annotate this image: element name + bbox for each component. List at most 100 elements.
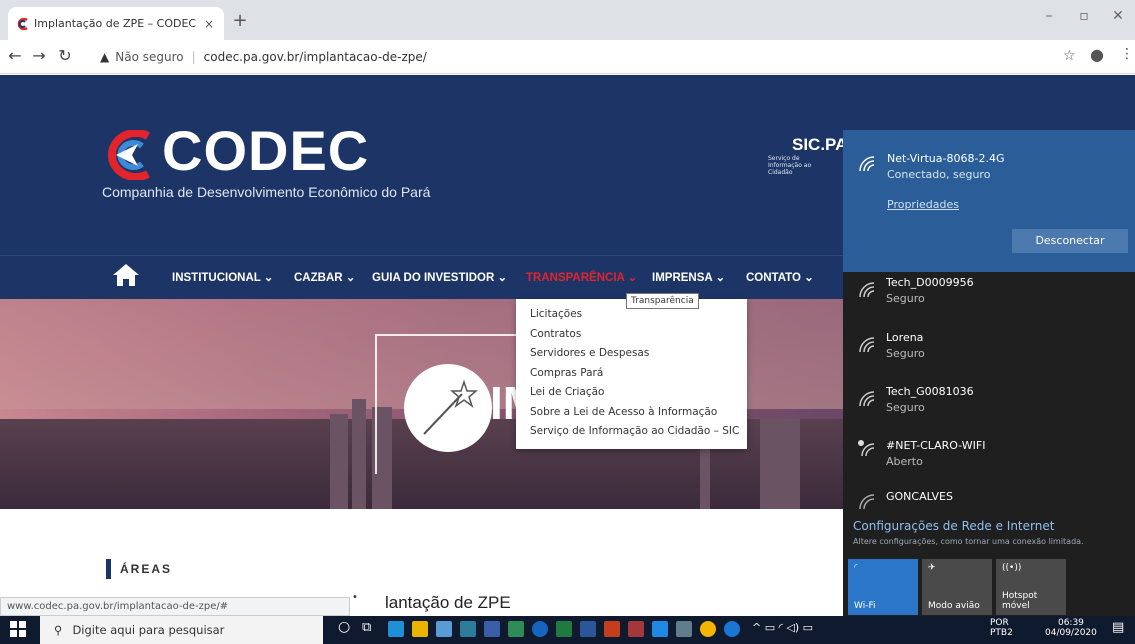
cortana-icon[interactable]: ○: [338, 619, 350, 635]
help-icon[interactable]: [724, 621, 740, 637]
network-settings-link[interactable]: Configurações de Rede e Internet: [853, 519, 1054, 533]
nav-transparencia[interactable]: TRANSPARÊNCIA ⌄: [526, 270, 637, 284]
edge-icon[interactable]: [388, 621, 404, 637]
star-icon[interactable]: ☆: [1063, 48, 1076, 64]
home-app-icon[interactable]: [484, 621, 500, 637]
network-status: Seguro: [886, 401, 925, 414]
clock[interactable]: 06:39 04/09/2020: [1045, 618, 1097, 638]
nav-guia-do-investidor[interactable]: GUIA DO INVESTIDOR ⌄: [372, 270, 507, 284]
network-name[interactable]: GONCALVES: [886, 490, 953, 503]
store-icon[interactable]: [436, 621, 452, 637]
taskbar-search[interactable]: ⚲ Digite aqui para pesquisar: [40, 616, 323, 644]
transparencia-dropdown: Licitações Contratos Servidores e Despes…: [516, 299, 747, 449]
wifi-icon: [858, 281, 878, 299]
network-settings-subtitle: Altere configurações, como tornar uma co…: [853, 537, 1084, 546]
url-text: codec.pa.gov.br/implantacao-de-zpe/: [203, 50, 427, 64]
quick-action-label: Hotspot móvel: [1002, 591, 1038, 611]
tray-icons[interactable]: ^ ▭ ◜ ◁) ▭: [752, 621, 813, 634]
maximize-icon[interactable]: ▫: [1070, 8, 1098, 24]
wifi-icon: [858, 390, 878, 408]
areas-heading: ÁREAS: [120, 562, 173, 576]
mail-icon[interactable]: [652, 621, 668, 637]
wifi-icon: [858, 493, 878, 511]
dropdown-item-contratos[interactable]: Contratos: [516, 325, 747, 345]
status-bar-url: www.codec.pa.gov.br/implantacao-de-zpe/#: [0, 597, 350, 616]
menu-icon[interactable]: ⋮: [1120, 46, 1134, 62]
hotspot-toggle[interactable]: ((•)) Hotspot móvel: [996, 559, 1066, 615]
hotspot-icon: ((•)): [1002, 563, 1022, 573]
file-explorer-icon[interactable]: [412, 621, 428, 637]
search-icon: ⚲: [54, 623, 63, 637]
arrow-right-icon[interactable]: →: [28, 46, 50, 65]
access-icon[interactable]: [628, 621, 644, 637]
nav-imprensa[interactable]: IMPRENSA ⌄: [652, 270, 725, 284]
network-status: Seguro: [886, 292, 925, 305]
new-tab-button[interactable]: +: [230, 11, 250, 31]
warning-icon: ▲: [100, 50, 110, 64]
network-name[interactable]: Tech_G0081036: [886, 385, 974, 398]
home-icon[interactable]: [112, 262, 140, 288]
hp-icon[interactable]: [532, 621, 548, 637]
excel-icon[interactable]: [556, 621, 572, 637]
tooltip: Transparência: [626, 293, 699, 309]
nav-contato[interactable]: CONTATO ⌄: [746, 270, 814, 284]
wand-icon: [404, 364, 492, 452]
dropdown-item-lei-de-criacao[interactable]: Lei de Criação: [516, 383, 747, 403]
section-marker: [106, 559, 111, 579]
divider: |: [191, 50, 196, 64]
logo-text[interactable]: CODEC: [162, 118, 369, 183]
profile-icon[interactable]: ●: [1090, 45, 1104, 64]
lang-bottom: PTB2: [990, 628, 1013, 638]
properties-link[interactable]: Propriedades: [887, 198, 959, 211]
sic-title: SIC.PA: [792, 135, 848, 154]
reload-icon[interactable]: ↻: [54, 46, 76, 65]
logo-subtitle: Companhia de Desenvolvimento Econômico d…: [102, 184, 431, 200]
wifi-icon: ◜: [854, 563, 858, 573]
clock-time: 06:39: [1057, 618, 1084, 628]
clock-date: 04/09/2020: [1045, 628, 1097, 638]
bullet: •: [352, 592, 358, 603]
nav-institucional[interactable]: INSTITUCIONAL ⌄: [172, 270, 273, 284]
language-indicator[interactable]: POR PTB2: [990, 618, 1013, 638]
photos-icon[interactable]: [508, 621, 524, 637]
airplane-icon: ✈: [928, 563, 936, 573]
network-name[interactable]: Tech_D0009956: [886, 276, 974, 289]
quick-action-label: Modo avião: [928, 601, 980, 611]
network-status: Aberto: [886, 455, 923, 468]
dropdown-item-sic[interactable]: Serviço de Informação ao Cidadão – SIC: [516, 422, 747, 442]
dropdown-item-lei-acesso[interactable]: Sobre a Lei de Acesso à Informação: [516, 403, 747, 423]
browser-tab[interactable]: Implantação de ZPE – CODEC ×: [8, 7, 224, 40]
quick-action-label: Wi-Fi: [854, 601, 876, 611]
page-heading: lantação de ZPE: [385, 593, 511, 612]
arrow-left-icon[interactable]: ←: [4, 46, 26, 65]
minimize-icon[interactable]: –: [1035, 8, 1063, 24]
tools-icon[interactable]: [676, 621, 692, 637]
security-label: Não seguro: [115, 50, 184, 64]
codec-favicon-icon: [16, 17, 28, 30]
word-icon[interactable]: [580, 621, 596, 637]
disconnect-button[interactable]: Desconectar: [1012, 229, 1128, 253]
connected-network-name: Net-Virtua-8068-2.4G: [887, 152, 1005, 165]
chrome-icon[interactable]: [700, 621, 716, 637]
network-name[interactable]: Lorena: [886, 331, 923, 344]
nav-cazbar[interactable]: CAZBAR ⌄: [294, 270, 355, 284]
task-view-icon[interactable]: ⧉: [362, 620, 371, 635]
address-bar[interactable]: ▲ Não seguro | codec.pa.gov.br/implantac…: [100, 44, 1040, 70]
wifi-icon: [858, 155, 878, 173]
close-window-icon[interactable]: ✕: [1104, 8, 1132, 24]
network-name[interactable]: #NET-CLARO-WIFI: [886, 439, 985, 452]
sic-subtitle: Serviço de Informação ao Cidadão: [768, 155, 812, 176]
app-icon[interactable]: [460, 621, 476, 637]
windows-start-icon[interactable]: [10, 621, 26, 637]
lang-top: POR: [990, 618, 1009, 628]
powerpoint-icon[interactable]: [604, 621, 620, 637]
codec-logo-icon[interactable]: [98, 129, 154, 181]
notification-icon[interactable]: ▤: [1112, 620, 1124, 635]
tab-close-icon[interactable]: ×: [202, 17, 216, 31]
sic-logo[interactable]: SIC.PA Serviço de Informação ao Cidadão: [768, 135, 847, 176]
tab-title: Implantação de ZPE – CODEC: [34, 17, 197, 30]
airplane-mode-toggle[interactable]: ✈ Modo avião: [922, 559, 992, 615]
wifi-toggle[interactable]: ◜ Wi-Fi: [848, 559, 918, 615]
dropdown-item-compras-para[interactable]: Compras Pará: [516, 364, 747, 384]
dropdown-item-servidores[interactable]: Servidores e Despesas: [516, 344, 747, 364]
